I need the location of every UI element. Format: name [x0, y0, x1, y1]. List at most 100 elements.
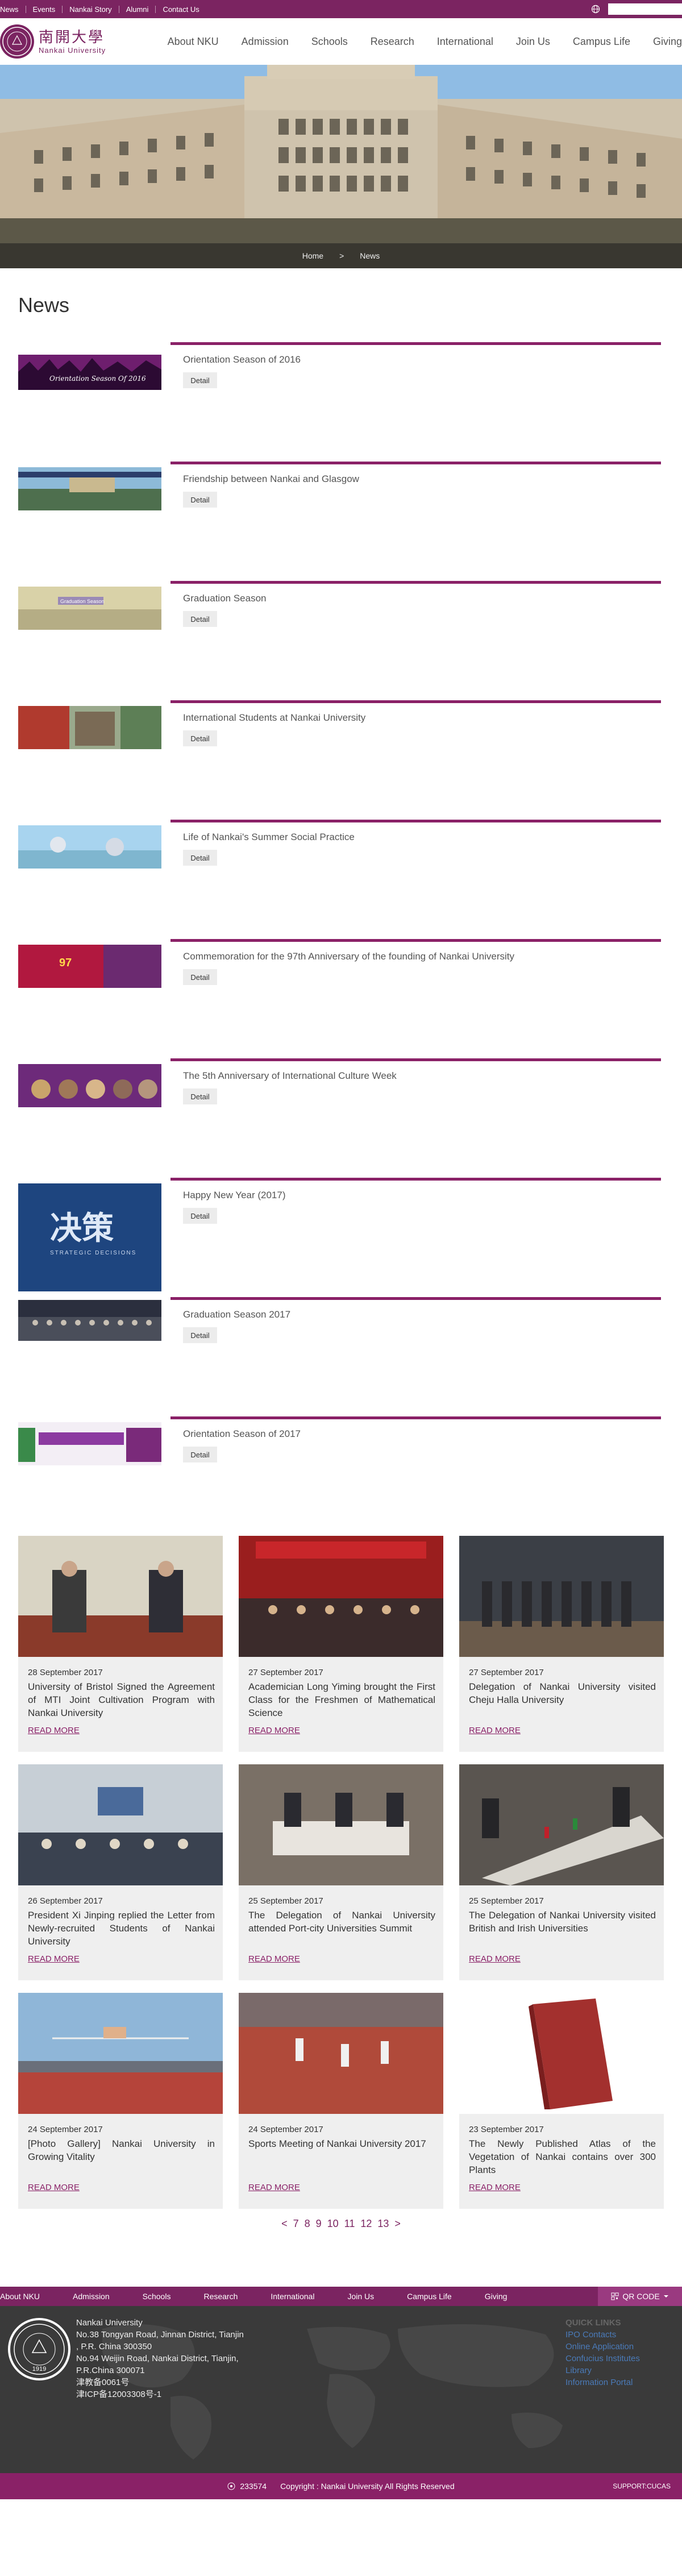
- bottom-nav-international[interactable]: International: [271, 2292, 314, 2301]
- pagination-page[interactable]: 11: [344, 2218, 355, 2230]
- top-link-news[interactable]: News: [0, 5, 26, 13]
- news-thumbnail[interactable]: [18, 467, 161, 510]
- news-title[interactable]: Orientation Season of 2016: [183, 354, 301, 365]
- read-more-link[interactable]: READ MORE: [469, 2183, 521, 2192]
- pagination-page[interactable]: 12: [360, 2218, 372, 2230]
- news-card-title[interactable]: The Delegation of Nankai University atte…: [248, 1909, 435, 1935]
- bottom-nav-schools[interactable]: Schools: [143, 2292, 171, 2301]
- bottom-nav-join-us[interactable]: Join Us: [347, 2292, 374, 2301]
- news-card-title[interactable]: Delegation of Nankai University visited …: [469, 1680, 656, 1706]
- pagination-page[interactable]: 13: [377, 2218, 389, 2230]
- read-more-link[interactable]: READ MORE: [469, 1726, 521, 1735]
- news-card-image[interactable]: [239, 1993, 443, 2114]
- news-thumbnail[interactable]: Orientation Season Of 2016: [18, 355, 161, 390]
- news-title[interactable]: International Students at Nankai Univers…: [183, 712, 365, 724]
- support-credit[interactable]: SUPPORT:CUCAS: [613, 2482, 671, 2490]
- news-card-image[interactable]: [459, 1764, 664, 1885]
- bottom-nav-giving[interactable]: Giving: [485, 2292, 508, 2301]
- news-card-image[interactable]: [18, 1993, 223, 2114]
- bottom-nav-admission[interactable]: Admission: [73, 2292, 110, 2301]
- news-card-title[interactable]: The Newly Published Atlas of the Vegetat…: [469, 2137, 656, 2176]
- detail-button[interactable]: Detail: [183, 1327, 217, 1343]
- detail-button[interactable]: Detail: [183, 730, 217, 746]
- top-link-events[interactable]: Events: [26, 5, 63, 13]
- news-card-image[interactable]: [18, 1764, 223, 1885]
- news-title[interactable]: Orientation Season of 2017: [183, 1428, 301, 1440]
- nav-research[interactable]: Research: [371, 36, 414, 48]
- top-link-nankai-story[interactable]: Nankai Story: [63, 5, 119, 13]
- detail-button[interactable]: Detail: [183, 372, 217, 388]
- pagination-page[interactable]: 8: [305, 2218, 310, 2230]
- news-thumbnail[interactable]: [18, 706, 161, 749]
- news-title[interactable]: Graduation Season: [183, 593, 267, 604]
- detail-button[interactable]: Detail: [183, 1447, 217, 1462]
- news-thumbnail[interactable]: [18, 1422, 161, 1465]
- news-card-title[interactable]: The Delegation of Nankai University visi…: [469, 1909, 656, 1935]
- pagination-page[interactable]: 10: [327, 2218, 339, 2230]
- pagination-page[interactable]: 7: [293, 2218, 299, 2230]
- nav-admission[interactable]: Admission: [242, 36, 289, 48]
- read-more-link[interactable]: READ MORE: [28, 2183, 80, 2192]
- news-title[interactable]: Friendship between Nankai and Glasgow: [183, 473, 359, 485]
- top-link-contact-us[interactable]: Contact Us: [156, 6, 206, 13]
- detail-button[interactable]: Detail: [183, 969, 217, 985]
- news-card-title[interactable]: [Photo Gallery] Nankai University in Gro…: [28, 2137, 215, 2163]
- top-link-alumni[interactable]: Alumni: [119, 5, 156, 13]
- quick-link-library[interactable]: Library: [565, 2365, 640, 2376]
- detail-button[interactable]: Detail: [183, 850, 217, 866]
- news-title[interactable]: Happy New Year (2017): [183, 1190, 286, 1201]
- detail-button[interactable]: Detail: [183, 492, 217, 508]
- news-title[interactable]: The 5th Anniversary of International Cul…: [183, 1070, 397, 1082]
- read-more-link[interactable]: READ MORE: [248, 1726, 300, 1735]
- address-line: No.94 Weijin Road, Nankai District, Tian…: [76, 2354, 239, 2363]
- news-thumbnail[interactable]: [18, 1064, 161, 1107]
- news-card-title[interactable]: President Xi Jinping replied the Letter …: [28, 1909, 215, 1948]
- read-more-link[interactable]: READ MORE: [469, 1954, 521, 1964]
- nav-schools[interactable]: Schools: [311, 36, 348, 48]
- bottom-nav-research[interactable]: Research: [203, 2292, 238, 2301]
- detail-button[interactable]: Detail: [183, 1088, 217, 1104]
- quick-link-ipo-contacts[interactable]: IPO Contacts: [565, 2329, 640, 2341]
- news-thumbnail[interactable]: [18, 1300, 161, 1341]
- nav-about-nku[interactable]: About NKU: [168, 36, 219, 48]
- pagination-next[interactable]: >: [394, 2218, 401, 2230]
- news-card-title[interactable]: Sports Meeting of Nankai University 2017: [248, 2137, 435, 2150]
- detail-button[interactable]: Detail: [183, 1208, 217, 1224]
- news-card-image[interactable]: [18, 1536, 223, 1657]
- bottom-nav-about-nku[interactable]: About NKU: [0, 2292, 40, 2301]
- nav-campus-life[interactable]: Campus Life: [573, 36, 630, 48]
- read-more-link[interactable]: READ MORE: [248, 1954, 300, 1964]
- breadcrumb: Home > News: [0, 243, 682, 268]
- logo[interactable]: 南開大學 Nankai University: [0, 18, 106, 65]
- news-card-title[interactable]: University of Bristol Signed the Agreeme…: [28, 1680, 215, 1719]
- nav-join-us[interactable]: Join Us: [516, 36, 550, 48]
- pagination-page[interactable]: 9: [316, 2218, 322, 2230]
- news-title[interactable]: Commemoration for the 97th Anniversary o…: [183, 951, 514, 962]
- pagination-prev[interactable]: <: [281, 2218, 288, 2230]
- nav-giving[interactable]: Giving: [653, 36, 682, 48]
- qr-code-button[interactable]: QR CODE: [598, 2287, 682, 2306]
- read-more-link[interactable]: READ MORE: [248, 2183, 300, 2192]
- news-card-image[interactable]: [459, 1536, 664, 1657]
- news-card-image[interactable]: [239, 1536, 443, 1657]
- quick-link-information-portal[interactable]: Information Portal: [565, 2376, 640, 2388]
- news-thumbnail[interactable]: Graduation Season: [18, 587, 161, 630]
- news-thumbnail[interactable]: 97: [18, 945, 161, 988]
- read-more-link[interactable]: READ MORE: [28, 1726, 80, 1735]
- read-more-link[interactable]: READ MORE: [28, 1954, 80, 1964]
- news-title[interactable]: Life of Nankai's Summer Social Practice: [183, 832, 355, 843]
- bottom-nav-campus-life[interactable]: Campus Life: [407, 2292, 452, 2301]
- search-input[interactable]: [608, 3, 682, 15]
- news-card-title[interactable]: Academician Long Yiming brought the Firs…: [248, 1680, 435, 1719]
- detail-button[interactable]: Detail: [183, 611, 217, 627]
- news-card-image[interactable]: [239, 1764, 443, 1885]
- breadcrumb-home[interactable]: Home: [302, 251, 323, 260]
- news-card-image[interactable]: [459, 1993, 664, 2114]
- news-title[interactable]: Graduation Season 2017: [183, 1309, 290, 1320]
- nav-international[interactable]: International: [437, 36, 493, 48]
- news-thumbnail[interactable]: [18, 825, 161, 869]
- news-thumbnail[interactable]: 决策 STRATEGIC DECISIONS: [18, 1183, 161, 1291]
- quick-link-online-application[interactable]: Online Application: [565, 2341, 640, 2353]
- quick-link-confucius-institutes[interactable]: Confucius Institutes: [565, 2353, 640, 2365]
- globe-icon[interactable]: [591, 5, 600, 14]
